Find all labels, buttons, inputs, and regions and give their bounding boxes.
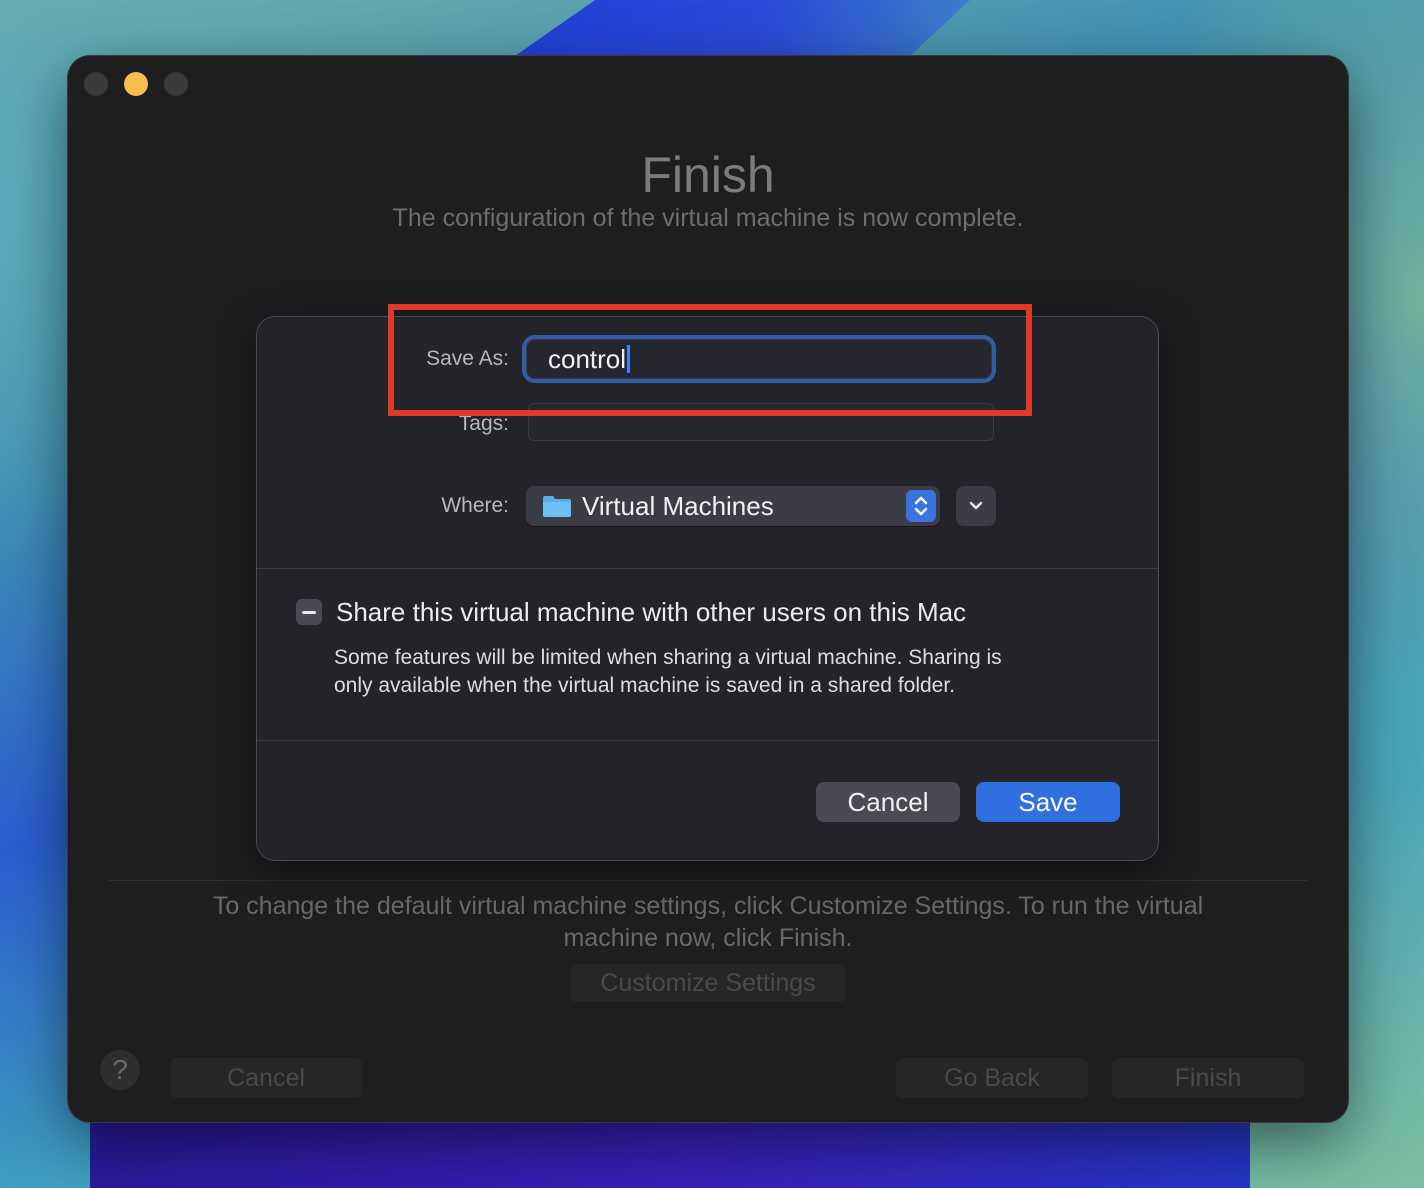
save-as-value: control — [548, 343, 627, 374]
tags-input[interactable] — [528, 403, 994, 441]
save-as-label: Save As: — [426, 347, 509, 370]
divider — [257, 740, 1158, 741]
share-checkbox[interactable] — [296, 599, 322, 625]
where-popup-button[interactable]: Virtual Machines — [526, 486, 940, 526]
share-checkbox-label[interactable]: Share this virtual machine with other us… — [336, 597, 966, 628]
page-title: Finish — [641, 147, 775, 203]
save-sheet: Save As: control Tags: Where: Virtual Ma… — [257, 317, 1158, 860]
minimize-window-button[interactable] — [124, 72, 148, 96]
sheet-save-button[interactable]: Save — [976, 782, 1120, 822]
go-back-button[interactable]: Go Back — [896, 1058, 1088, 1098]
divider — [257, 568, 1158, 569]
text-cursor — [627, 345, 631, 373]
mixed-state-icon — [302, 610, 316, 614]
up-down-chevron-icon — [906, 490, 936, 522]
help-button[interactable]: ? — [100, 1050, 140, 1090]
save-as-input[interactable]: control — [526, 339, 992, 379]
page-subtitle: The configuration of the virtual machine… — [392, 204, 1024, 232]
expand-browser-button[interactable] — [956, 486, 996, 526]
share-description: Some features will be limited when shari… — [334, 646, 1002, 697]
where-label: Where: — [441, 494, 509, 517]
customize-settings-button[interactable]: Customize Settings — [570, 964, 846, 1002]
cancel-button[interactable]: Cancel — [170, 1058, 362, 1098]
sheet-cancel-button[interactable]: Cancel — [816, 782, 960, 822]
zoom-window-button[interactable] — [164, 72, 188, 96]
close-window-button[interactable] — [84, 72, 108, 96]
where-value: Virtual Machines — [582, 490, 774, 521]
info-text: To change the default virtual machine se… — [212, 892, 1204, 952]
folder-icon — [542, 494, 572, 518]
divider — [108, 880, 1308, 881]
chevron-down-icon — [969, 501, 983, 510]
finish-button[interactable]: Finish — [1112, 1058, 1304, 1098]
tags-label: Tags: — [458, 412, 509, 435]
